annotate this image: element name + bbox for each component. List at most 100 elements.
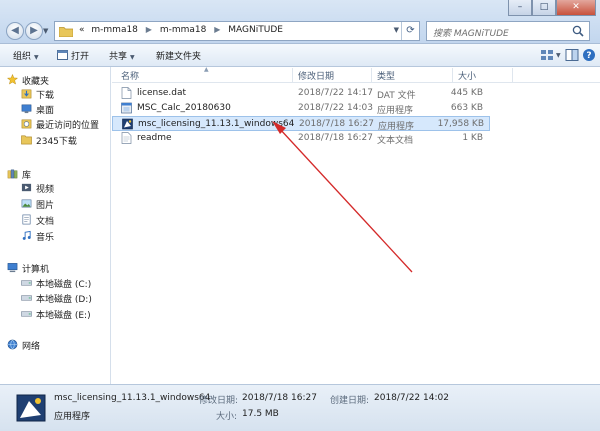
details-created-value: 2018/7/22 14:02 (374, 393, 449, 403)
search-placeholder: 搜索 MAGNiTUDE (433, 29, 509, 39)
file-size: 445 KB (450, 88, 483, 98)
breadcrumb-item[interactable]: MAGNiTUDE (228, 25, 283, 35)
star-icon (7, 74, 18, 85)
svg-text:?: ? (586, 51, 591, 61)
share-menu[interactable]: 共享 ▼ (109, 49, 135, 62)
recent-places-icon (21, 119, 32, 129)
view-options-icon[interactable] (540, 48, 554, 62)
nav-label: 本地磁盘 (C:) (36, 280, 92, 290)
file-modified: 2018/7/22 14:17 (298, 88, 373, 98)
hard-drive-icon (21, 311, 32, 317)
search-icon[interactable] (572, 25, 584, 37)
column-header-row: ▲ 名称 修改日期 类型 大小 (112, 66, 600, 83)
recent-pages-dropdown[interactable]: ▼ (43, 27, 48, 35)
share-label: 共享 (109, 52, 128, 62)
column-header-modified[interactable]: 修改日期 (298, 69, 334, 82)
organize-menu[interactable]: 组织 ▼ (13, 49, 39, 62)
file-row[interactable]: readme 2018/7/18 16:27 文本文档 1 KB (112, 131, 490, 146)
nav-label: 桌面 (36, 106, 55, 116)
file-modified: 2018/7/22 14:03 (298, 103, 373, 113)
close-button[interactable]: ✕ (556, 0, 596, 16)
new-folder-button[interactable]: 新建文件夹 (156, 49, 201, 62)
details-size-value: 17.5 MB (242, 409, 279, 419)
organize-label: 组织 (13, 52, 32, 62)
nav-label: 收藏夹 (22, 77, 50, 87)
forward-button[interactable]: ▶ (25, 22, 43, 40)
installer-icon (122, 118, 133, 130)
installer-icon (16, 394, 46, 422)
sort-indicator-icon: ▲ (204, 66, 209, 73)
column-divider[interactable] (512, 68, 513, 82)
details-modified-label: 修改日期: (199, 396, 239, 406)
breadcrumb-overflow[interactable]: « (79, 25, 85, 35)
details-file-name: msc_licensing_11.13.1_windows64 (54, 393, 211, 403)
file-size: 17,958 KB (437, 119, 484, 129)
folder-icon (59, 27, 73, 37)
nav-label: 本地磁盘 (D:) (36, 295, 92, 305)
file-row-selected[interactable]: msc_licensing_11.13.1_windows64 2018/7/1… (112, 116, 490, 132)
library-icon (7, 169, 18, 179)
nav-label: 图片 (36, 201, 55, 211)
help-icon[interactable]: ? (582, 48, 596, 62)
command-bar: 组织 ▼ 打开 共享 ▼ 新建文件夹 ▼ ? (0, 44, 600, 67)
computer-icon (7, 263, 18, 273)
file-row[interactable]: MSC_Calc_20180630 2018/7/22 14:03 应用程序 6… (112, 101, 490, 116)
maximize-button[interactable]: □ (532, 0, 556, 16)
breadcrumb: « m-mma18 ▶ m-mma18 ▶ MAGNiTUDE (79, 25, 283, 35)
file-type: 文本文档 (377, 136, 414, 146)
back-button[interactable]: ◀ (6, 22, 24, 40)
nav-label: 库 (22, 171, 32, 181)
column-divider[interactable] (452, 68, 453, 82)
details-size-label: 大小: (216, 412, 238, 422)
file-size: 1 KB (462, 133, 483, 143)
file-name: readme (137, 133, 172, 143)
column-header-type[interactable]: 类型 (377, 69, 395, 82)
chevron-down-icon: ▼ (34, 54, 39, 61)
nav-label: 本地磁盘 (E:) (36, 311, 91, 321)
details-created-label: 创建日期: (330, 396, 370, 406)
minimize-button[interactable]: – (508, 0, 532, 16)
details-file-type: 应用程序 (54, 412, 91, 422)
app-icon (121, 102, 132, 114)
file-modified: 2018/7/18 16:27 (299, 119, 374, 129)
file-row[interactable]: license.dat 2018/7/22 14:17 DAT 文件 445 K… (112, 86, 490, 101)
nav-label: 网络 (22, 342, 41, 352)
column-header-size[interactable]: 大小 (458, 69, 476, 82)
nav-label: 计算机 (22, 265, 50, 275)
column-divider[interactable] (371, 68, 372, 82)
open-button[interactable]: 打开 (57, 49, 89, 62)
file-list: ▲ 名称 修改日期 类型 大小 license.dat 2018/7/22 14… (112, 66, 600, 384)
breadcrumb-separator-icon[interactable]: ▶ (214, 25, 220, 34)
folder-icon (21, 135, 32, 145)
preview-pane-icon[interactable] (565, 48, 579, 62)
nav-label: 文档 (36, 217, 55, 227)
video-icon (21, 183, 32, 192)
file-name: license.dat (137, 88, 187, 98)
breadcrumb-item[interactable]: m-mma18 (91, 25, 138, 35)
network-icon (7, 339, 18, 350)
chevron-down-icon[interactable]: ▼ (394, 26, 399, 34)
details-modified-value: 2018/7/18 16:27 (242, 393, 317, 403)
file-type: DAT 文件 (377, 91, 416, 101)
text-file-icon (121, 132, 132, 144)
breadcrumb-item[interactable]: m-mma18 (160, 25, 207, 35)
nav-label: 2345下载 (36, 137, 77, 147)
search-input[interactable]: 搜索 MAGNiTUDE (426, 21, 590, 41)
nav-label: 视频 (36, 185, 55, 195)
nav-label: 最近访问的位置 (36, 121, 100, 131)
breadcrumb-separator-icon[interactable]: ▶ (146, 25, 152, 34)
file-icon (121, 87, 132, 99)
window-controls: – □ ✕ (508, 0, 596, 16)
address-bar[interactable]: « m-mma18 ▶ m-mma18 ▶ MAGNiTUDE ▼ ⟳ (54, 21, 420, 41)
file-name: msc_licensing_11.13.1_windows64 (138, 119, 295, 129)
column-divider[interactable] (292, 68, 293, 82)
refresh-icon[interactable]: ⟳ (401, 22, 419, 40)
navigation-pane: 收藏夹 下载 桌面 最近访问的位置 2345下载 库 视频 图片 文档 音乐 计… (0, 67, 111, 384)
nav-label: 音乐 (36, 233, 55, 243)
column-header-name[interactable]: 名称 (121, 69, 139, 82)
hard-drive-icon (21, 280, 32, 286)
chevron-down-icon[interactable]: ▼ (556, 50, 561, 60)
pictures-icon (21, 199, 32, 208)
nav-label: 下载 (36, 91, 55, 101)
file-modified: 2018/7/18 16:27 (298, 133, 373, 143)
